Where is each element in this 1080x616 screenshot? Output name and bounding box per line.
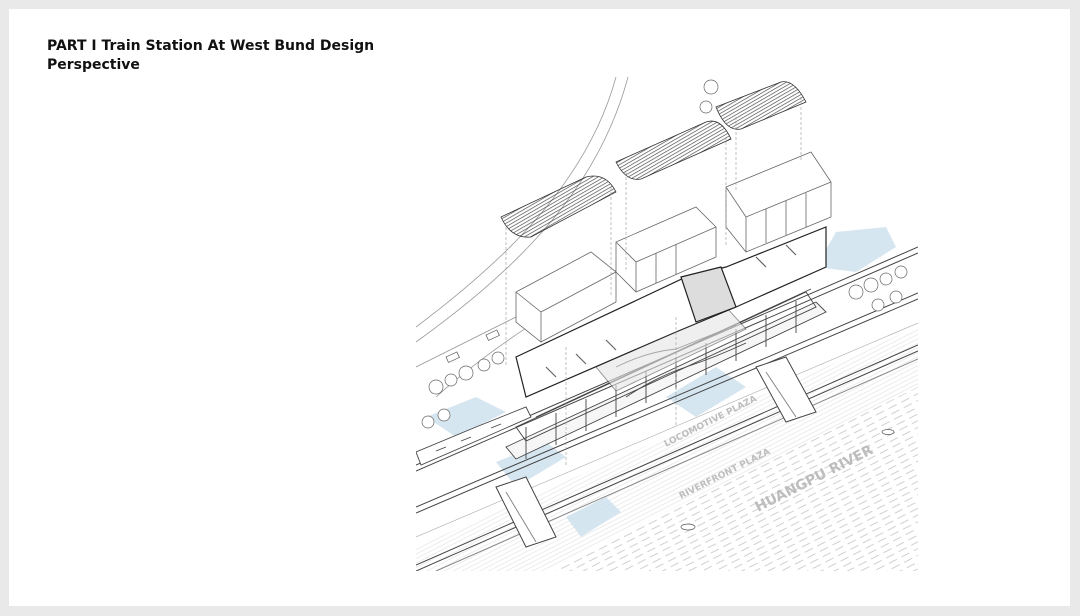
title-line-2: Perspective: [47, 57, 140, 73]
page-title: PART I Train Station At West Bund Design…: [47, 37, 374, 75]
axonometric-drawing: LOCOMOTIVE PLAZA RIVERFRONT PLAZA HUANGP…: [416, 67, 918, 571]
slide: PART I Train Station At West Bund Design…: [9, 9, 1070, 606]
title-line-1: PART I Train Station At West Bund Design: [47, 38, 375, 54]
axonometric-svg: LOCOMOTIVE PLAZA RIVERFRONT PLAZA HUANGP…: [416, 76, 918, 571]
